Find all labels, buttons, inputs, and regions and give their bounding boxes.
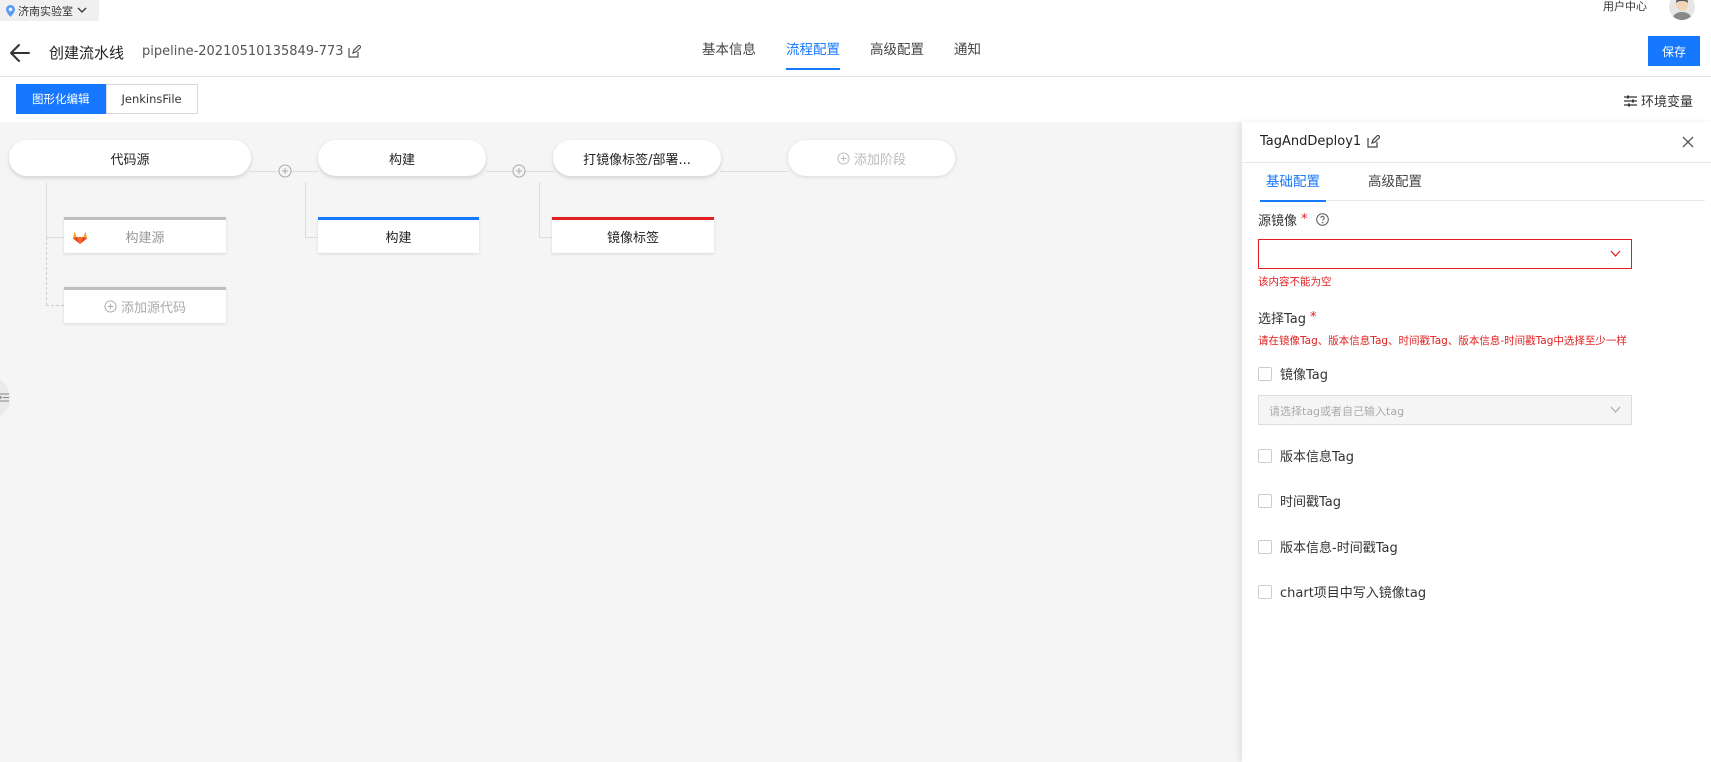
version-timestamp-tag-label: 版本信息-时间戳Tag [1280,541,1398,556]
job-image-tag[interactable]: 镜像标签 [552,217,714,253]
chart-tag-label: chart项目中写入镜像tag [1280,586,1427,601]
job-build-source[interactable]: 构建源 [64,217,226,253]
sidebar-toggle[interactable] [0,376,10,420]
task-name: TagAndDeploy1 [1260,134,1362,149]
page-title: 创建流水线 [49,44,125,62]
location-pin-icon [6,4,15,17]
job-label: 镜像标签 [606,231,659,246]
select-tag-label-text: 选择Tag [1258,312,1307,327]
stage-label: 代码源 [110,152,150,168]
image-tag-label: 镜像Tag [1280,368,1329,383]
stage-connector [720,171,788,172]
version-tag-label: 版本信息Tag [1280,450,1355,465]
mode-bar: 图形化编辑 JenkinsFile 环境变量 [0,78,1711,122]
top-bar: 济南实验室 用户中心 [0,0,1711,28]
branch-line-dashed [46,237,47,305]
tab-notification[interactable]: 通知 [954,28,981,77]
source-image-label-text: 源镜像 [1258,214,1298,229]
page-header: 创建流水线 pipeline-20210510135849-773 基本信息 流… [0,28,1711,77]
version-tag-option[interactable]: 版本信息Tag [1258,446,1354,465]
branch-line [46,237,64,238]
timestamp-tag-option[interactable]: 时间戳Tag [1258,491,1341,510]
plus-circle-icon [837,151,850,165]
add-stage-button[interactable]: 添加阶段 [788,140,955,176]
gitlab-icon [73,232,87,244]
location-selector[interactable]: 济南实验室 [0,0,99,21]
pipeline-name: pipeline-20210510135849-773 [142,44,361,59]
edit-icon[interactable] [1367,135,1381,148]
image-tag-select[interactable]: 请选择tag或者自己输入tag [1258,395,1632,425]
task-config-drawer: TagAndDeploy1 基础配置 高级配置 源镜像 * 该内容不能为空 选择… [1242,122,1711,762]
job-build[interactable]: 构建 [318,217,479,253]
env-vars-button[interactable]: 环境变量 [1623,91,1693,110]
add-parallel-icon[interactable] [278,164,292,178]
location-label: 济南实验室 [18,4,73,18]
stage-tag-deploy[interactable]: 打镜像标签/部署... [553,140,721,176]
chart-tag-option[interactable]: chart项目中写入镜像tag [1258,582,1426,601]
tab-basic-info[interactable]: 基本信息 [702,28,756,77]
image-tag-placeholder: 请选择tag或者自己输入tag [1269,405,1405,418]
required-mark: * [1301,212,1308,227]
source-image-error: 该内容不能为空 [1258,276,1332,288]
save-button[interactable]: 保存 [1648,36,1700,66]
branch-line [305,237,319,238]
required-mark: * [1310,310,1317,325]
avatar[interactable] [1669,0,1695,20]
tab-advanced-config[interactable]: 高级配置 [870,28,924,77]
chevron-down-icon [1610,250,1621,257]
branch-line [539,182,540,237]
branch-line-dashed [46,305,64,306]
close-icon[interactable] [1682,136,1694,148]
jenkinsfile-button[interactable]: JenkinsFile [105,84,198,114]
add-stage-label: 添加阶段 [853,152,906,168]
stage-label: 构建 [388,152,415,168]
user-avatar-icon [1672,0,1692,20]
image-tag-option[interactable]: 镜像Tag [1258,364,1328,383]
stage-label: 打镜像标签/部署... [583,152,691,168]
drawer-header: TagAndDeploy1 [1242,122,1711,163]
chart-tag-checkbox[interactable] [1258,584,1272,599]
branch-line [305,182,306,237]
graphic-edit-button[interactable]: 图形化编辑 [16,84,106,114]
chevron-down-icon [1610,406,1621,413]
edit-mode-switch: 图形化编辑 JenkinsFile [16,84,198,114]
env-vars-label: 环境变量 [1640,95,1693,110]
job-label: 构建 [385,231,412,246]
tab-basic-config[interactable]: 基础配置 [1260,163,1326,202]
stage-build[interactable]: 构建 [318,140,486,176]
user-center-link[interactable]: 用户中心 [1603,0,1647,13]
drawer-tabs: 基础配置 高级配置 [1260,163,1705,202]
tab-drawer-advanced-config[interactable]: 高级配置 [1362,163,1428,201]
pipeline-canvas: 代码源 构建 打镜像标签/部署... 添加阶段 构建源 添加源代码 构建 镜像标… [0,122,1242,762]
select-tag-label: 选择Tag * [1258,308,1317,327]
version-timestamp-tag-checkbox[interactable] [1258,539,1272,554]
add-parallel-icon[interactable] [512,164,526,178]
sliders-icon [1623,95,1637,106]
header-tabs: 基本信息 流程配置 高级配置 通知 [702,28,981,77]
timestamp-tag-label: 时间戳Tag [1280,495,1342,510]
select-tag-hint: 请在镜像Tag、版本信息Tag、时间戳Tag、版本信息-时间戳Tag中选择至少一… [1258,335,1627,347]
edit-icon[interactable] [347,45,361,58]
menu-fold-icon [0,393,9,402]
chevron-down-icon [77,7,87,13]
branch-line [46,182,47,237]
pipeline-name-text: pipeline-20210510135849-773 [142,44,344,59]
stage-source[interactable]: 代码源 [9,140,251,176]
add-source-code-button[interactable]: 添加源代码 [64,287,226,323]
back-arrow-icon[interactable] [9,42,31,64]
source-image-select[interactable] [1258,239,1632,269]
source-image-label: 源镜像 * [1258,210,1329,229]
image-tag-checkbox[interactable] [1258,366,1272,381]
plus-circle-icon [104,300,117,313]
question-circle-icon[interactable] [1315,213,1329,226]
version-timestamp-tag-option[interactable]: 版本信息-时间戳Tag [1258,537,1398,556]
drawer-title: TagAndDeploy1 [1260,134,1381,149]
tab-flow-config[interactable]: 流程配置 [786,28,840,77]
job-label: 构建源 [125,231,165,246]
add-source-label: 添加源代码 [120,301,186,316]
timestamp-tag-checkbox[interactable] [1258,493,1272,508]
branch-line [539,237,553,238]
version-tag-checkbox[interactable] [1258,448,1272,463]
